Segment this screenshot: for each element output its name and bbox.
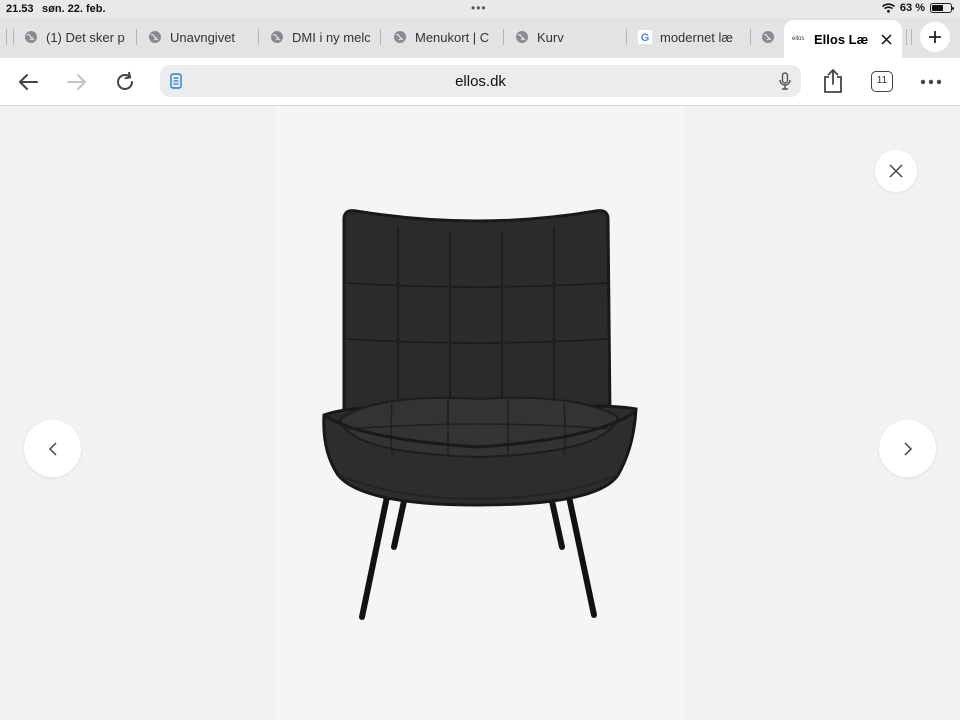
tab-label: modernet læ (660, 29, 733, 45)
globe-icon (394, 31, 406, 43)
tab-kurv[interactable]: Kurv (515, 18, 615, 56)
tab-ellos-active[interactable]: ellos Ellos Læ (784, 20, 902, 58)
tab-label: Menukort | C (415, 29, 490, 45)
ellipsis-icon (920, 79, 942, 85)
tab-divider (6, 29, 7, 45)
tab-unavngivet[interactable]: Unavngivet (148, 18, 258, 56)
tab-untitled[interactable] (761, 18, 781, 56)
reload-icon (117, 71, 133, 90)
tab-divider (750, 29, 751, 45)
status-bar: 21.53 søn. 22. feb. ••• 63 % (0, 0, 960, 18)
tab-label: (1) Det sker p (46, 29, 125, 45)
image-gallery (0, 107, 960, 720)
battery-icon (930, 3, 954, 13)
arrow-left-icon (19, 74, 38, 90)
back-button[interactable] (13, 68, 43, 96)
tab-divider (911, 29, 912, 45)
globe-icon (25, 31, 37, 43)
address-bar[interactable]: ellos.dk (160, 65, 801, 97)
new-tab-button[interactable] (920, 22, 950, 52)
tab-det-sker[interactable]: (1) Det sker p (24, 18, 136, 56)
status-time: 21.53 (6, 3, 34, 15)
tab-divider (380, 29, 381, 45)
reload-button[interactable] (110, 68, 140, 96)
chevron-right-icon (903, 441, 912, 456)
globe-icon (762, 31, 774, 43)
close-gallery-button[interactable] (875, 150, 917, 192)
battery-percent: 63 % (899, 2, 925, 14)
tab-divider (136, 29, 137, 45)
tab-label: DMI i ny melc (292, 29, 370, 45)
close-icon (889, 164, 903, 178)
arrow-right-icon (67, 74, 86, 90)
chevron-left-icon (48, 441, 57, 456)
share-button[interactable] (818, 67, 848, 95)
next-image-button[interactable] (879, 420, 936, 477)
tab-label: Kurv (537, 29, 564, 45)
tab-divider (258, 29, 259, 45)
tab-divider (503, 29, 504, 45)
google-icon: G (638, 30, 652, 44)
lounge-chair-image (322, 209, 638, 620)
status-date: søn. 22. feb. (42, 3, 106, 15)
previous-image-button[interactable] (24, 420, 81, 477)
tab-divider (906, 29, 907, 45)
share-icon (824, 69, 842, 93)
forward-button[interactable] (62, 68, 92, 96)
tab-overview-button[interactable]: 11 (871, 71, 893, 92)
globe-icon (516, 31, 528, 43)
tab-divider (626, 29, 627, 45)
status-right: 63 % (881, 2, 954, 14)
multitasking-dots-icon[interactable]: ••• (471, 1, 487, 15)
tab-divider (13, 29, 14, 45)
tab-menukort[interactable]: Menukort | C (393, 18, 493, 56)
globe-icon (271, 31, 283, 43)
plus-icon (929, 31, 941, 43)
url-text: ellos.dk (455, 73, 506, 90)
ellos-favicon-icon: ellos (792, 36, 805, 42)
more-menu-button[interactable] (916, 68, 946, 96)
close-tab-icon[interactable] (881, 33, 892, 45)
tab-google[interactable]: G modernet læ (638, 18, 740, 56)
wifi-icon (881, 3, 895, 13)
battery-fill (932, 5, 943, 11)
microphone-icon[interactable] (779, 72, 791, 90)
svg-text:G: G (641, 32, 650, 44)
tab-dmi[interactable]: DMI i ny melc (270, 18, 370, 56)
tab-label: Unavngivet (170, 29, 236, 45)
tab-label: Ellos Læ (814, 31, 869, 47)
tab-bar: (1) Det sker p Unavngivet DMI i ny melc … (0, 18, 960, 58)
browser-toolbar: ellos.dk 11 (0, 58, 960, 106)
globe-icon (149, 31, 161, 43)
